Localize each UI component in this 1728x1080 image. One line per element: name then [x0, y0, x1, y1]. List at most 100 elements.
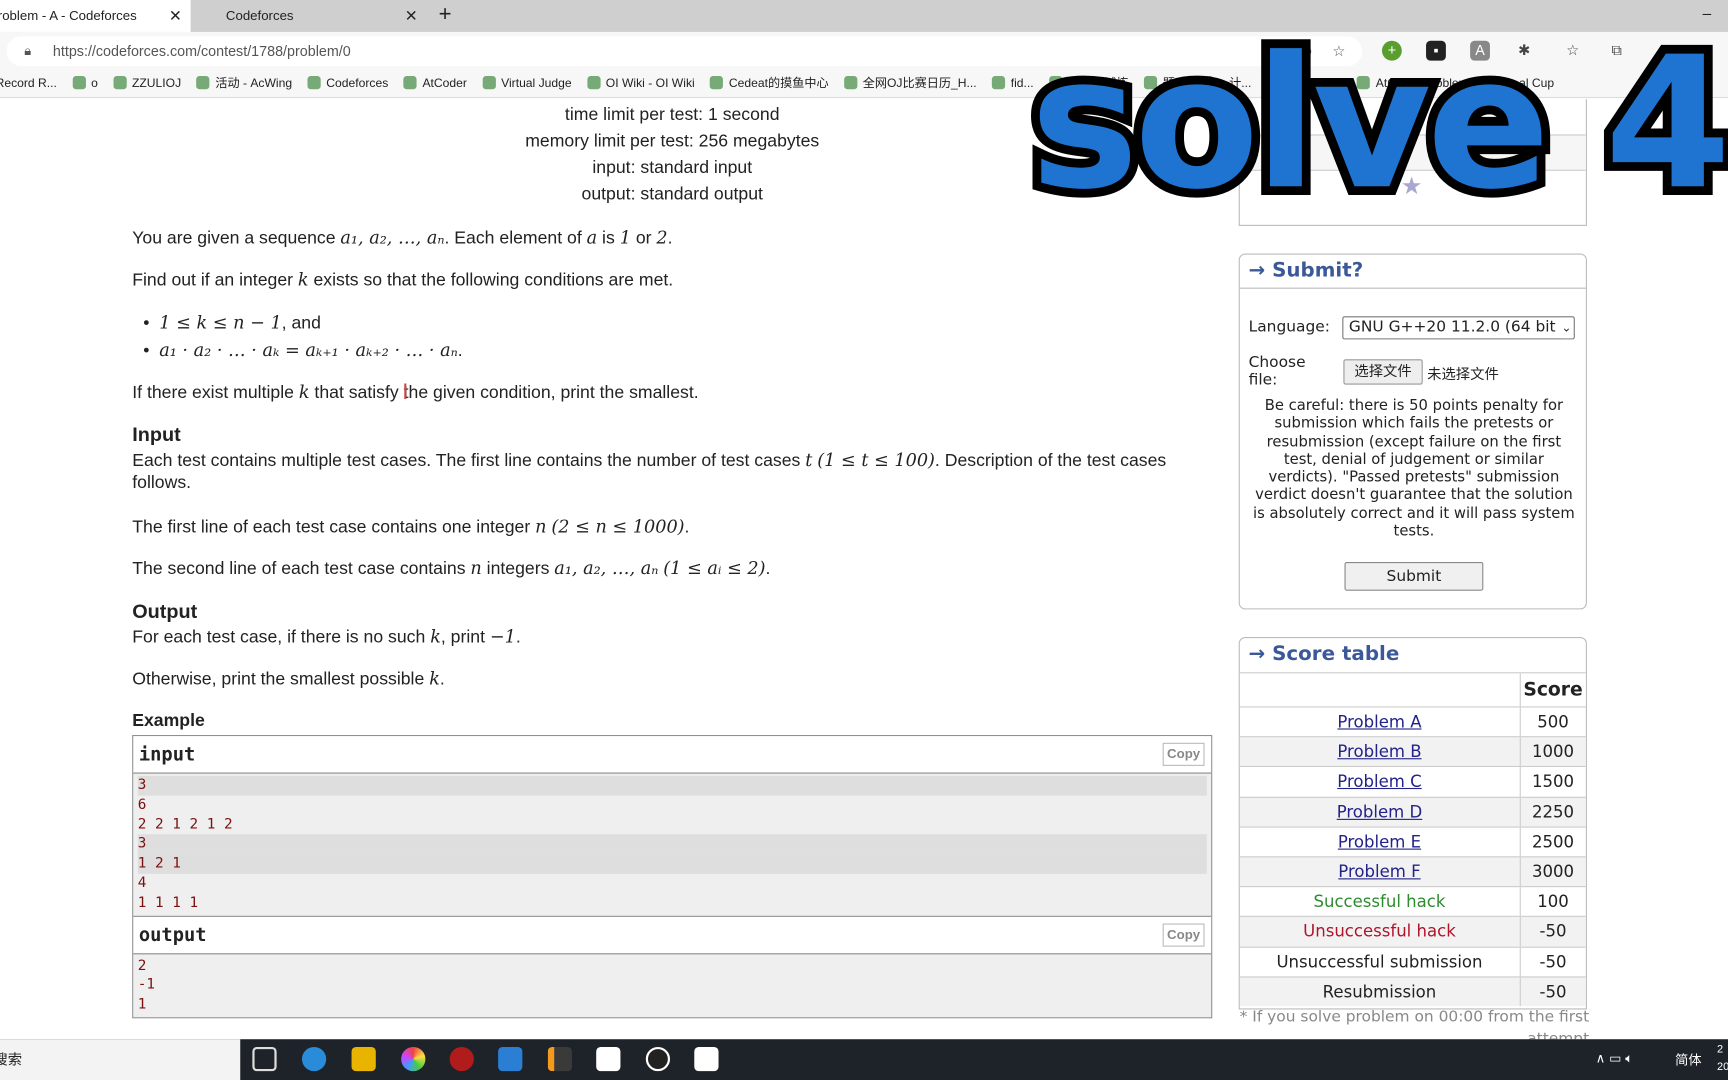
score-label: Successful hack: [1313, 891, 1446, 912]
bookmark-item[interactable]: OI Wiki - OI Wiki: [587, 71, 695, 97]
statement-line-2: Find out if an integer k exists so that …: [132, 268, 674, 290]
bookmark-item[interactable]: ZZULIOJ: [113, 71, 181, 97]
bookmark-item[interactable]: o: [72, 71, 98, 97]
vscode-icon[interactable]: [498, 1046, 523, 1072]
input-spec-1b: follows.: [132, 473, 192, 493]
problem-link[interactable]: Problem B: [1337, 742, 1421, 762]
output-heading: Output: [132, 600, 198, 623]
new-tab-button[interactable]: +: [439, 2, 452, 27]
clock-date: 202: [1716, 1061, 1728, 1074]
bookmark-favicon-icon: [992, 76, 1006, 90]
tab-label: Codeforces: [225, 7, 294, 24]
score-row: Unsuccessful hack -50: [1239, 916, 1586, 947]
clock-time: 2: [1716, 1043, 1724, 1056]
submit-button[interactable]: Submit: [1344, 562, 1484, 591]
example-line: 3: [137, 775, 1207, 796]
example-line: 1 1 1 1: [137, 894, 199, 912]
language-select[interactable]: GNU G++20 11.2.0 (64 bit ⌄: [1342, 316, 1575, 340]
score-table-box: → Score table Score Problem A 500 Problem …: [1238, 636, 1587, 1010]
score-table-title: → Score table: [1248, 642, 1400, 666]
bookmark-item[interactable]: Codeforces: [307, 71, 388, 97]
score-value: 100: [1519, 886, 1586, 917]
condition-2: • a₁ · a₂ · … · aₖ = aₖ₊₁ · aₖ₊₂ · … · a…: [143, 339, 463, 361]
file-status: 未选择文件: [1427, 366, 1499, 384]
score-label: Unsuccessful hack: [1303, 921, 1456, 942]
input-heading: Input: [132, 423, 181, 446]
score-row: Problem E 2500: [1239, 826, 1586, 857]
example-line: 4: [137, 875, 147, 892]
input-spec-3: The second line of each test case contai…: [132, 557, 771, 579]
condition-1: • 1 ≤ k ≤ n − 1, and: [143, 311, 321, 333]
bookmark-favicon-icon: [710, 76, 724, 90]
problem-link[interactable]: Problem A: [1337, 712, 1421, 732]
sublime-text-icon[interactable]: [547, 1046, 572, 1072]
bookmark-label: 全网OJ比赛日历_H...: [862, 77, 977, 91]
bookmark-item[interactable]: 活动 - AcWing: [196, 71, 292, 97]
example-input-header: input Copy: [133, 736, 1212, 774]
example-line: 1: [137, 996, 147, 1013]
score-value: 3000: [1519, 856, 1586, 887]
example-input[interactable]: 362 2 1 2 1 231 2 141 1 1 1: [133, 773, 1212, 917]
score-label-cell: Successful hack: [1239, 886, 1520, 917]
score-value: 1000: [1519, 736, 1586, 767]
dev-cpp-icon[interactable]: [449, 1046, 474, 1072]
output-spec-1: For each test case, if there is no such …: [132, 625, 521, 647]
problem-link[interactable]: Problem C: [1337, 772, 1421, 792]
problem-link[interactable]: Problem F: [1338, 862, 1420, 882]
score-label: Resubmission: [1322, 981, 1437, 1002]
chevron-down-icon: ⌄: [1561, 317, 1572, 339]
typora-icon[interactable]: [596, 1046, 621, 1072]
copy-input-button[interactable]: Copy: [1162, 742, 1205, 766]
bookmark-favicon-icon: [113, 76, 127, 90]
clock[interactable]: 2202: [1717, 1041, 1728, 1076]
close-tab-icon[interactable]: ✕: [405, 0, 418, 32]
obs-icon[interactable]: [645, 1046, 671, 1072]
bookmark-label: OI Wiki - OI Wiki: [605, 77, 695, 91]
score-label-cell: Problem E: [1239, 826, 1520, 857]
tray-icons[interactable]: ∧ ▭ 🔈︎: [1596, 1050, 1633, 1067]
taskbar-search[interactable]: 搜索: [0, 1039, 241, 1080]
bookmark-label: Record R...: [0, 77, 57, 91]
choose-file-button[interactable]: 选择文件: [1343, 359, 1423, 385]
bookmark-label: Virtual Judge: [501, 77, 572, 91]
page-content: time limit per test: 1 second memory lim…: [0, 99, 1728, 1040]
screen: Problem - A - Codeforces ✕ Codeforces ✕ …: [0, 0, 1728, 1080]
bookmark-favicon-icon: [72, 76, 86, 90]
penalty-warning: Be careful: there is 50 points penalty f…: [1253, 397, 1575, 541]
submit-title: → Submit?: [1239, 255, 1586, 289]
tab-label: Problem - A - Codeforces: [0, 7, 137, 24]
input-language[interactable]: 简体: [1675, 1050, 1701, 1069]
bookmark-item[interactable]: AtCoder: [403, 71, 467, 97]
problem-link[interactable]: Problem D: [1337, 802, 1423, 822]
example-line: 2: [137, 957, 147, 974]
score-value: -50: [1519, 946, 1586, 977]
bookmark-item[interactable]: Virtual Judge: [482, 71, 572, 97]
bookmark-item[interactable]: Cedeat的摸鱼中心: [710, 71, 829, 97]
close-tab-icon[interactable]: ✕: [169, 0, 182, 32]
search-label: 搜索: [0, 1051, 23, 1068]
bookmark-item[interactable]: 全网OJ比赛日历_H...: [844, 71, 977, 97]
file-explorer-icon[interactable]: [351, 1046, 376, 1072]
score-row: Problem A 500: [1239, 706, 1586, 737]
bookmark-item[interactable]: fid...: [992, 71, 1034, 97]
lock-icon: 🔒︎: [24, 42, 32, 59]
score-row: Unsuccessful submission -50: [1239, 946, 1586, 977]
score-footnote: * If you solve problem on 00:00 from the…: [1239, 1008, 1590, 1040]
bookmark-favicon-icon: [196, 76, 210, 90]
edge-taskbar-icon[interactable]: [301, 1046, 327, 1072]
output-spec-2: Otherwise, print the smallest possible k…: [132, 667, 445, 689]
input-spec-2: The first line of each test case contain…: [132, 515, 690, 537]
color-wheel-app-icon[interactable]: [401, 1046, 426, 1072]
task-view-icon[interactable]: [252, 1046, 277, 1072]
tab-problem[interactable]: Problem - A - Codeforces ✕: [0, 0, 191, 32]
bookmark-item[interactable]: Record R...: [0, 71, 57, 97]
tab-codeforces[interactable]: Codeforces ✕: [217, 0, 426, 32]
score-value: 1500: [1519, 766, 1586, 797]
score-header-blank: [1239, 672, 1520, 707]
typora-icon-2[interactable]: [694, 1046, 719, 1072]
example-output[interactable]: 2 -1 1: [133, 953, 1212, 1018]
copy-output-button[interactable]: Copy: [1162, 923, 1205, 947]
problem-link[interactable]: Problem E: [1338, 832, 1421, 852]
score-row: Resubmission -50: [1239, 976, 1586, 1007]
example-heading: Example: [132, 711, 205, 731]
